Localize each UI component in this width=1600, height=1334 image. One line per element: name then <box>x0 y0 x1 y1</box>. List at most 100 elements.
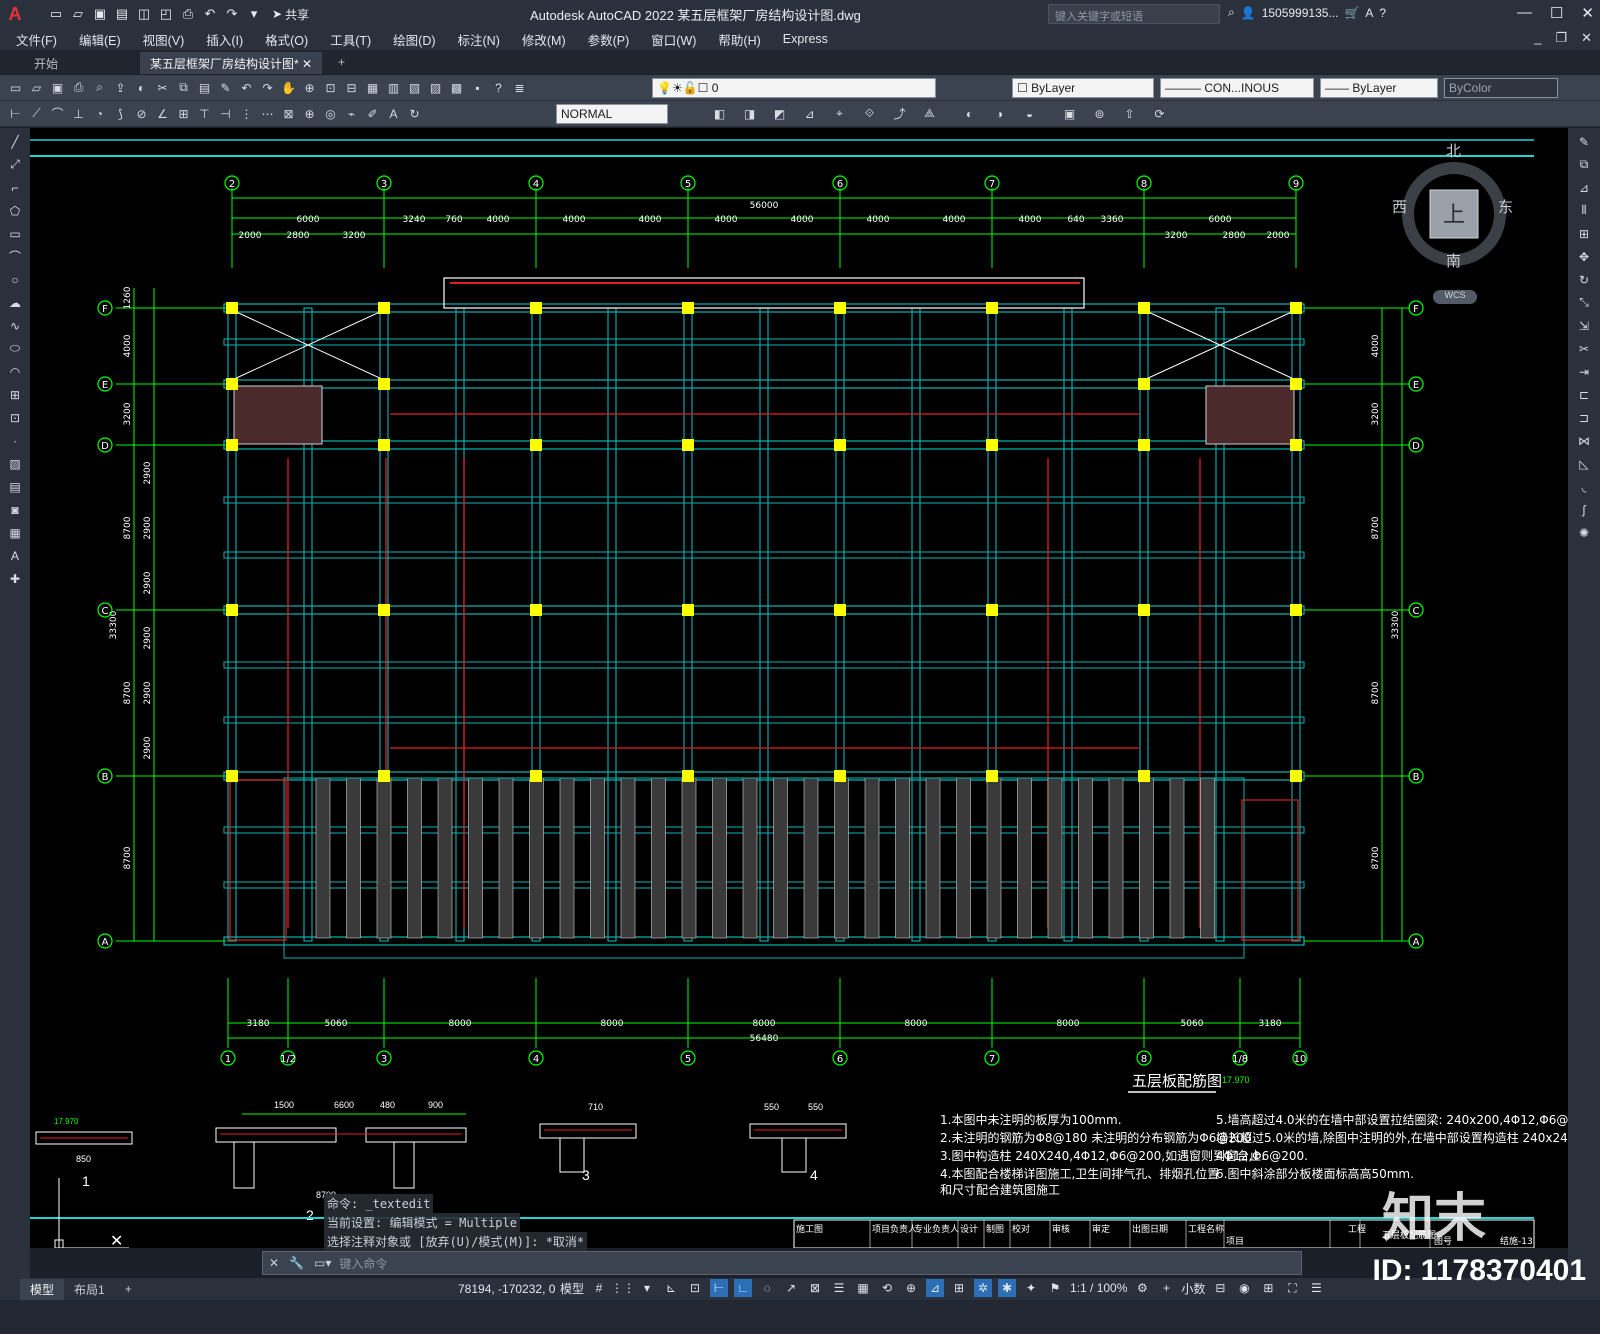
snap-dropdown-icon[interactable]: ▾ <box>638 1279 656 1297</box>
menu-parametric[interactable]: 参数(P) <box>588 30 630 49</box>
selection-cycling-icon[interactable]: ⟲ <box>878 1279 896 1297</box>
arc-icon[interactable]: ⌒ <box>6 247 25 266</box>
make-block-icon[interactable]: ⊡ <box>6 408 25 427</box>
rotate-icon[interactable]: ↻ <box>1575 270 1594 289</box>
properties-icon[interactable]: ▦ <box>363 78 382 97</box>
3d-osnap-icon[interactable]: ⊕ <box>902 1279 920 1297</box>
wcs-menu[interactable]: WCS <box>1433 290 1477 304</box>
undo-icon[interactable]: ↶ <box>200 4 220 24</box>
compass-east[interactable]: 东 <box>1498 196 1513 217</box>
user-account[interactable]: ⌕ 👤 1505999135... 🛒 A ? <box>1228 5 1386 20</box>
extrude-icon[interactable]: ⇧ <box>1120 104 1139 123</box>
plotstyle-dropdown[interactable]: ByColor <box>1444 78 1558 98</box>
dim-radius-icon[interactable]: ◔ <box>90 104 109 123</box>
doc-minimize-icon[interactable]: _ <box>1534 30 1541 46</box>
sheet-set-icon[interactable]: ▨ <box>426 78 445 97</box>
layout-tab-model[interactable]: 模型 <box>20 1278 65 1300</box>
paste-icon[interactable]: ▤ <box>195 78 214 97</box>
mtext-icon[interactable]: A <box>6 546 25 565</box>
trim-icon[interactable]: ✂ <box>1575 339 1594 358</box>
selection-filter-icon[interactable]: ⊞ <box>950 1279 968 1297</box>
linetype-dropdown[interactable]: ——— CON...INOUS <box>1160 78 1314 98</box>
menu-format[interactable]: 格式(O) <box>265 30 308 49</box>
line-icon[interactable]: ╱ <box>6 132 25 151</box>
extend-icon[interactable]: ⇥ <box>1575 362 1594 381</box>
doc-restore-icon[interactable]: ❐ <box>1555 30 1567 46</box>
zoom-window-icon[interactable]: ⊡ <box>321 78 340 97</box>
infer-constraints-icon[interactable]: ⊾ <box>662 1279 680 1297</box>
command-close-icon[interactable]: ✕ <box>269 1256 279 1270</box>
customization-icon[interactable]: ☰ <box>1307 1279 1325 1297</box>
help-icon[interactable]: ? <box>489 78 508 97</box>
dim-ordinate-icon[interactable]: ⊥ <box>69 104 88 123</box>
annotation-scale-value[interactable]: 1:1 / 100% <box>1070 1281 1127 1295</box>
ellipse-arc-icon[interactable]: ◠ <box>6 362 25 381</box>
save-web-icon[interactable]: ◰ <box>156 4 176 24</box>
ellipse-icon[interactable]: ⬭ <box>6 339 25 358</box>
dynamic-ucs-icon[interactable]: ⊿ <box>926 1279 945 1297</box>
markup-icon[interactable]: ▩ <box>447 78 466 97</box>
copy-icon[interactable]: ⧉ <box>174 78 193 97</box>
dim-continue-icon[interactable]: ⊣ <box>216 104 235 123</box>
construction-line-icon[interactable]: ⤢ <box>6 155 25 174</box>
region-icon[interactable]: ◙ <box>6 500 25 519</box>
save-as-icon[interactable]: ▤ <box>112 4 132 24</box>
visual-style-icon[interactable]: ◐ <box>960 104 979 123</box>
share-button[interactable]: ➤ 共享 <box>272 6 309 23</box>
point-icon[interactable]: · <box>6 431 25 450</box>
dim-aligned-icon[interactable]: ⟋ <box>27 104 46 123</box>
dim-edit-icon[interactable]: ✐ <box>363 104 382 123</box>
menu-draw[interactable]: 绘图(D) <box>393 30 435 49</box>
new-tab-button[interactable]: + <box>328 52 355 74</box>
undo-icon[interactable]: ↶ <box>237 78 256 97</box>
tool-palettes-icon[interactable]: ▧ <box>405 78 424 97</box>
doc-close-icon[interactable]: ✕ <box>1581 30 1592 46</box>
revolve-icon[interactable]: ⟳ <box>1150 104 1169 123</box>
dim-jogged-icon[interactable]: ⟆ <box>111 104 130 123</box>
dim-angular-icon[interactable]: ∠ <box>153 104 172 123</box>
publish-icon[interactable]: ⇪ <box>111 78 130 97</box>
dim-text-edit-icon[interactable]: A <box>384 104 403 123</box>
ucs-world-icon[interactable]: ⌖ <box>830 104 849 123</box>
help-icon[interactable]: ? <box>1379 6 1386 20</box>
join-icon[interactable]: ⋈ <box>1575 431 1594 450</box>
offset-icon[interactable]: ⫴ <box>1575 201 1594 220</box>
command-input[interactable]: 键入命令 <box>339 1255 387 1272</box>
command-customize-icon[interactable]: 🔧 <box>289 1256 304 1270</box>
zoom-realtime-icon[interactable]: ⊕ <box>300 78 319 97</box>
annotation-scale-icon[interactable]: ⚑ <box>1046 1279 1064 1297</box>
menu-help[interactable]: 帮助(H) <box>718 30 760 49</box>
render-icon[interactable]: ◐ <box>132 78 151 97</box>
explode-icon[interactable]: ✺ <box>1575 523 1594 542</box>
textstyle-dropdown[interactable]: NORMAL <box>556 104 668 124</box>
erase-icon[interactable]: ✎ <box>1575 132 1594 151</box>
clean-screen-icon[interactable]: ⛶ <box>1283 1279 1301 1297</box>
circle-icon[interactable]: ○ <box>6 270 25 289</box>
layer-manager-icon[interactable]: ≣ <box>510 78 529 97</box>
hatch-icon[interactable]: ▨ <box>6 454 25 473</box>
menu-express[interactable]: Express <box>783 32 828 46</box>
plot-icon[interactable]: ⎙ <box>69 78 88 97</box>
object-snap-icon[interactable]: ⊠ <box>806 1279 824 1297</box>
realistic-icon[interactable]: ◑ <box>990 104 1009 123</box>
calc-icon[interactable]: ▪ <box>468 78 487 97</box>
menu-window[interactable]: 窗口(W) <box>651 30 696 49</box>
menu-dimension[interactable]: 标注(N) <box>458 30 500 49</box>
compass-west[interactable]: 西 <box>1392 196 1407 217</box>
color-dropdown[interactable]: ☐ ByLayer <box>1012 78 1154 98</box>
model-space-button[interactable]: 模型 <box>560 1280 584 1297</box>
break-at-point-icon[interactable]: ⊏ <box>1575 385 1594 404</box>
ortho-icon[interactable]: ⊢ <box>710 1279 729 1297</box>
ucs-origin-icon[interactable]: ⟐ <box>860 104 879 123</box>
ucs-3point-icon[interactable]: ⟁ <box>920 104 939 123</box>
cart-icon[interactable]: 🛒 <box>1344 6 1359 20</box>
autocad-logo-icon[interactable]: A <box>0 0 30 28</box>
lineweight-icon[interactable]: ☰ <box>830 1279 848 1297</box>
dim-arc-icon[interactable]: ⌒ <box>48 104 67 123</box>
rectangle-icon[interactable]: ▭ <box>6 224 25 243</box>
annotation-monitor-icon[interactable]: + <box>1157 1279 1175 1297</box>
tolerance-icon[interactable]: ⊠ <box>279 104 298 123</box>
tab-close-icon[interactable]: ✕ <box>302 57 312 71</box>
design-center-icon[interactable]: ▥ <box>384 78 403 97</box>
save-icon[interactable]: ▣ <box>48 78 67 97</box>
